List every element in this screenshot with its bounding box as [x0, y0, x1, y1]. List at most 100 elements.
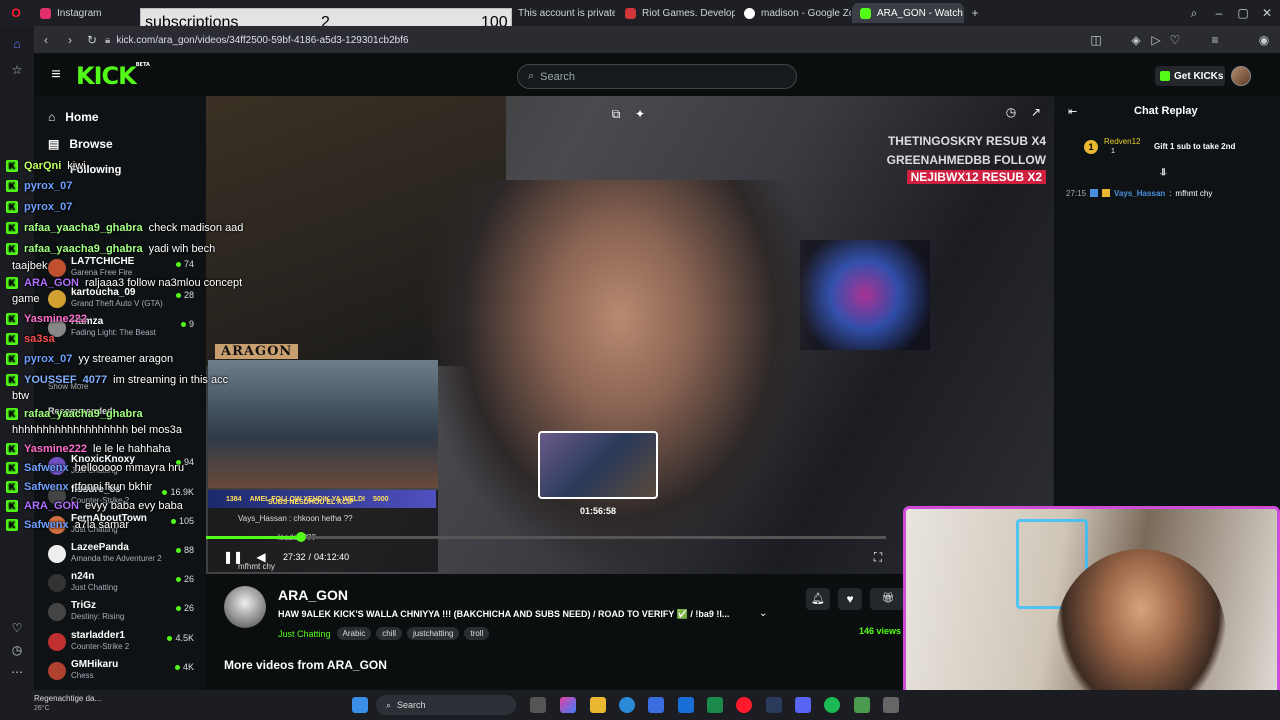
search-icon: ⌕ — [386, 699, 392, 710]
tag[interactable]: Arabic — [336, 627, 372, 640]
tag[interactable]: chill — [376, 627, 402, 640]
windows-start-icon[interactable] — [352, 697, 368, 713]
sidebar-channel[interactable]: starladder1 Counter-Strike 2 4.5K — [48, 630, 198, 658]
play-icon[interactable]: ▷ — [1148, 32, 1164, 48]
app-icon[interactable] — [854, 697, 870, 713]
profile-icon[interactable]: ◉ — [1256, 32, 1272, 48]
chat-username: Safwenx — [24, 481, 69, 493]
gift-button[interactable]: 🎁︎ — [870, 588, 906, 610]
tag[interactable]: troll — [464, 627, 490, 640]
nav-home[interactable]: ⌂ Home — [48, 110, 99, 124]
kick-badge-icon: K — [6, 374, 18, 386]
video-progress-bar[interactable] — [206, 536, 886, 539]
shield-icon[interactable]: ◈ — [1128, 32, 1144, 48]
edge-icon[interactable] — [619, 697, 635, 713]
hamburger-icon[interactable]: ≡ — [48, 66, 64, 83]
pinned-message: Gift 1 sub to take 2nd — [1154, 142, 1236, 151]
tab-google-search[interactable]: madison - Google Zoeken — [736, 3, 851, 23]
reload-icon[interactable]: ↻ — [84, 32, 100, 48]
tag[interactable]: justchatting — [407, 627, 460, 640]
clock-icon[interactable]: ◷ — [9, 642, 25, 658]
progress-handle[interactable] — [296, 532, 306, 542]
settings-icon[interactable] — [883, 697, 899, 713]
collapse-chat-icon[interactable]: ⇤ — [1068, 105, 1077, 118]
more-icon[interactable]: ⋯ — [9, 664, 25, 680]
kick-badge-icon: K — [6, 180, 18, 192]
sidebar-channel[interactable]: GMHikaru Chess 4K — [48, 659, 198, 687]
heart-icon[interactable]: ♡ — [9, 620, 25, 636]
kick-badge-icon: K — [6, 243, 18, 255]
pin-icon[interactable]: ⥥ — [1160, 168, 1167, 179]
category-link[interactable]: Just Chatting — [278, 629, 331, 639]
home-icon: ⌂ — [48, 110, 56, 124]
user-avatar[interactable] — [1231, 66, 1251, 86]
taskbar-search[interactable]: ⌕ Search — [376, 695, 516, 715]
heart-icon[interactable]: ♡ — [1167, 32, 1183, 48]
tab-riot-games[interactable]: Riot Games. Developer of... — [617, 3, 735, 23]
forward-icon[interactable]: › — [62, 32, 78, 48]
search-tabs-icon[interactable]: ⌕ — [1186, 5, 1202, 21]
streamer-webcam — [903, 506, 1280, 715]
copilot-icon[interactable] — [560, 697, 576, 713]
steam-icon[interactable] — [766, 697, 782, 713]
clock-icon[interactable]: ◷ — [1003, 104, 1019, 120]
kick-badge-icon: K — [6, 222, 18, 234]
tab-kick-active[interactable]: ARA_GON - Watch th... — [852, 3, 964, 23]
close-icon[interactable]: ✕ — [1259, 5, 1275, 21]
overlay-chat-line: game — [6, 293, 40, 305]
overlay-chat-line: hhhhhhhhhhhhhhhhhhh bel mos3a — [6, 424, 182, 436]
chat-username: ARA_GON — [24, 500, 80, 512]
follow-heart-button[interactable]: ♥ — [838, 588, 862, 610]
chat-text: a7la samar — [74, 519, 130, 531]
chat-text: tfonni fkun bkhir — [74, 481, 153, 493]
opera-taskbar-icon[interactable] — [736, 697, 752, 713]
sidebar-channel[interactable]: TriGz Destiny: Rising 26 — [48, 600, 198, 628]
minimize-icon[interactable]: – — [1211, 5, 1227, 21]
kick-badge-icon: K — [6, 408, 18, 420]
outlook-icon[interactable] — [678, 697, 694, 713]
spotify-icon[interactable] — [824, 697, 840, 713]
nav-browse[interactable]: ▤ Browse — [48, 137, 113, 151]
discord-icon[interactable] — [795, 697, 811, 713]
chat-username: Safwenx — [24, 519, 69, 531]
bell-button[interactable]: 🔔︎ — [806, 588, 830, 610]
menu-icon[interactable]: ≡ — [1207, 32, 1223, 48]
task-view-icon[interactable] — [530, 697, 546, 713]
search-input[interactable]: ⌕ Search — [517, 64, 797, 89]
sidebar-channel[interactable]: LazeePanda Amanda the Adventurer 2 88 — [48, 542, 198, 570]
camera-icon[interactable]: ◫ — [1088, 32, 1104, 48]
url-field[interactable]: 🔒︎ kick.com/ara_gon/videos/34ff2500-59bf-… — [105, 32, 805, 48]
chat-text: raljaaa3 follow na3mlou concept — [85, 277, 243, 289]
stream-tags: Just Chatting Arabic chill justchatting … — [278, 627, 494, 640]
file-explorer-icon[interactable] — [590, 697, 606, 713]
weather-title[interactable]: Regenachtige da... — [34, 694, 101, 703]
chat-text: le le le hahhaha — [93, 443, 171, 455]
tab-instagram[interactable]: Instagram — [32, 3, 137, 23]
tab-private-account[interactable]: This account is private. Fo... — [510, 3, 615, 23]
app-icon[interactable] — [707, 697, 723, 713]
overlay-chat-line: K YOUSSEF_4077 im streaming in this acc — [6, 374, 228, 386]
new-tab-button[interactable]: + — [967, 5, 983, 21]
back-icon[interactable]: ‹ — [38, 32, 54, 48]
home-icon[interactable]: ⌂ — [9, 36, 25, 52]
overlay-chat-line: K Yasmine222 le le le hahhaha — [6, 443, 171, 455]
get-kicks-button[interactable]: Get KICKs — [1155, 66, 1225, 86]
pause-icon[interactable]: ❚❚ — [223, 549, 243, 565]
kick-logo[interactable]: KICKBETA — [76, 62, 150, 90]
opera-logo-icon[interactable]: O — [8, 5, 24, 21]
maximize-icon[interactable]: ▢ — [1235, 5, 1251, 21]
share-icon[interactable]: ↗ — [1028, 104, 1044, 120]
channel-avatar[interactable] — [224, 586, 266, 628]
chevron-down-icon[interactable]: ⌄ — [759, 608, 767, 619]
clip-icon[interactable]: ✦ — [632, 106, 648, 122]
store-icon[interactable] — [648, 697, 664, 713]
sidebar-channel[interactable]: n24n Just Chatting 26 — [48, 571, 198, 599]
windows-taskbar: Regenachtige da... 26°C ⌕ Search — [0, 690, 1280, 720]
avatar — [48, 574, 66, 592]
channel-name[interactable]: ARA_GON — [278, 587, 348, 603]
fullscreen-icon[interactable]: ⛶ — [870, 549, 886, 565]
star-icon[interactable]: ☆ — [9, 62, 25, 78]
pip-icon[interactable]: ⧉ — [608, 106, 624, 122]
chat-username: ARA_GON — [24, 277, 80, 289]
volume-icon[interactable]: ◀ — [253, 549, 269, 565]
